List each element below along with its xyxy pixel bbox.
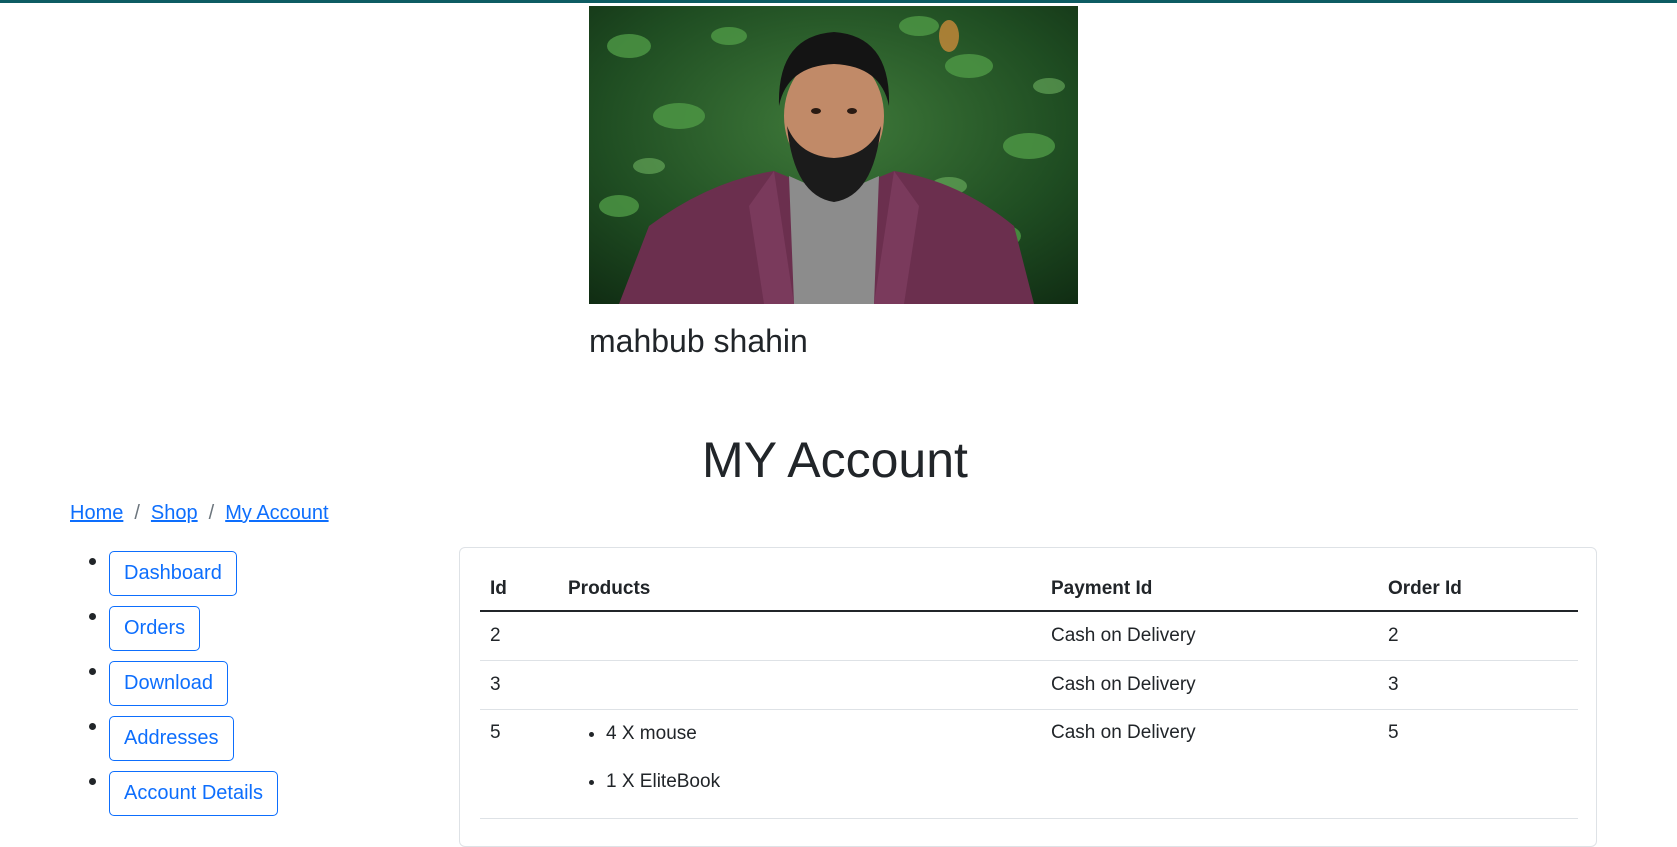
payment-id-cell: Cash on Delivery	[1041, 660, 1378, 710]
column-header-id: Id	[480, 568, 558, 612]
profile-photo	[589, 6, 1078, 304]
table-header-row: Id Products Payment Id Order Id	[480, 568, 1578, 612]
side-nav-item: Addresses	[109, 713, 278, 768]
order-id-cell: 2	[480, 611, 558, 661]
orders-card: Id Products Payment Id Order Id 2 Cash o…	[459, 547, 1597, 847]
breadcrumb-separator: /	[208, 502, 215, 524]
table-row: 3 Cash on Delivery 3	[480, 660, 1578, 710]
column-header-products: Products	[558, 568, 1041, 612]
table-row: 5 4 X mouse 1 X EliteBook Cash on Delive…	[480, 709, 1578, 819]
breadcrumb-my-account-link[interactable]: My Account	[225, 502, 328, 524]
orders-table: Id Products Payment Id Order Id 2 Cash o…	[480, 568, 1578, 819]
products-cell: 4 X mouse 1 X EliteBook	[558, 709, 1041, 819]
products-cell	[558, 660, 1041, 710]
table-row: 2 Cash on Delivery 2	[480, 611, 1578, 661]
addresses-button[interactable]: Addresses	[109, 716, 234, 761]
products-cell	[558, 611, 1041, 661]
payment-id-cell: Cash on Delivery	[1041, 611, 1378, 661]
side-nav-item: Orders	[109, 603, 278, 658]
download-button[interactable]: Download	[109, 661, 228, 706]
order-id-cell: 3	[480, 660, 558, 710]
order-id-cell: 5	[480, 709, 558, 819]
account-side-nav: Dashboard Orders Download Addresses Acco…	[0, 548, 278, 823]
side-nav-item: Dashboard	[109, 548, 278, 603]
column-header-payment-id: Payment Id	[1041, 568, 1378, 612]
breadcrumb-separator: /	[134, 502, 140, 524]
breadcrumb-shop-link[interactable]: Shop	[151, 502, 198, 524]
product-item: 4 X mouse	[606, 722, 1031, 770]
breadcrumb: Home / Shop / My Account	[70, 501, 329, 525]
orders-button[interactable]: Orders	[109, 606, 201, 651]
side-nav-item: Account Details	[109, 768, 278, 823]
account-details-button[interactable]: Account Details	[109, 771, 278, 816]
product-list: 4 X mouse 1 X EliteBook	[568, 722, 1031, 818]
order-number-cell: 3	[1378, 660, 1578, 710]
side-nav-item: Download	[109, 658, 278, 713]
order-number-cell: 2	[1378, 611, 1578, 661]
page-title: MY Account	[702, 432, 968, 488]
order-number-cell: 5	[1378, 709, 1578, 819]
product-item: 1 X EliteBook	[606, 770, 1031, 818]
dashboard-button[interactable]: Dashboard	[109, 551, 237, 596]
column-header-order-id: Order Id	[1378, 568, 1578, 612]
profile-name: mahbub shahin	[589, 323, 808, 359]
top-accent-bar	[0, 0, 1677, 3]
payment-id-cell: Cash on Delivery	[1041, 709, 1378, 819]
breadcrumb-home-link[interactable]: Home	[70, 502, 123, 524]
